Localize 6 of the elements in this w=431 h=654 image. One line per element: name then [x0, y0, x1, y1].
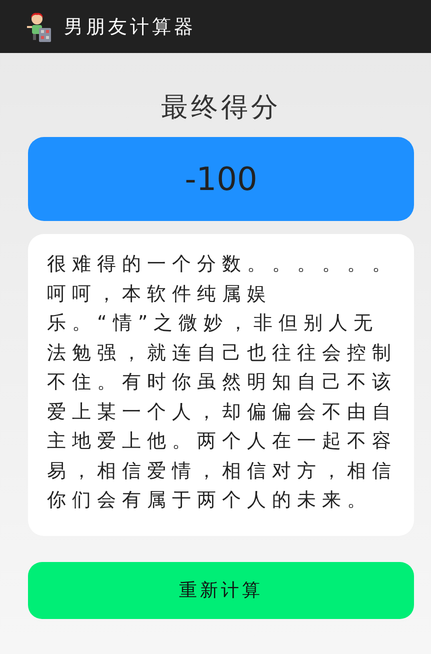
score-card: -100: [28, 137, 414, 221]
heading: 最终得分: [160, 91, 282, 125]
recalculate-button[interactable]: 重新计算: [28, 562, 414, 618]
boy-with-calculator-icon: [26, 10, 52, 42]
message-text: 很难得的一个分数。。。。。。呵呵，本软件纯属娱乐。“情”之微妙，非但别人无法勉强，就连自己也往往会控制不住。有时你虽然明知自己不该爱上某一个人，却偏偏会不由自主地爱上他。两个人在一起不容易，相信爱情，相信对方，相信你们会有属于两个人的未来。: [28, 234, 414, 536]
app-title: 男朋友计算器: [64, 14, 196, 40]
